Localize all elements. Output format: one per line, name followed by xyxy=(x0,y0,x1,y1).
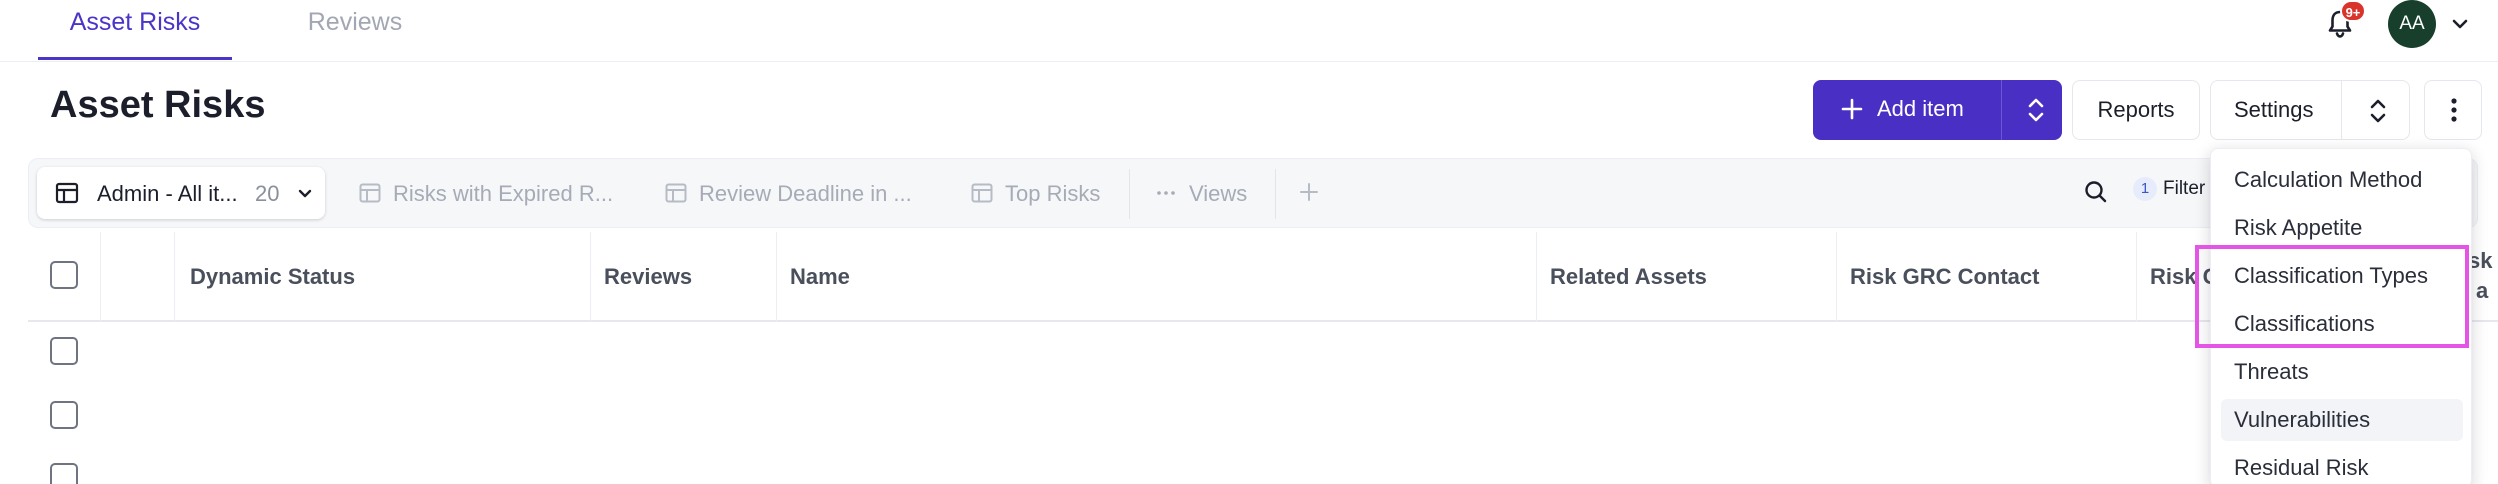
column-divider xyxy=(590,232,591,322)
column-header-risk-grc-contact[interactable]: Risk GRC Contact xyxy=(1850,232,2039,322)
divider xyxy=(1275,169,1276,219)
settings-label: Settings xyxy=(2234,97,2314,122)
view-tab-label: Risks with Expired R... xyxy=(393,181,614,206)
add-view-plus-icon[interactable] xyxy=(1299,181,1319,203)
column-header-reviews[interactable]: Reviews xyxy=(604,232,692,322)
column-header-dynamic-status[interactable]: Dynamic Status xyxy=(190,232,355,322)
more-options-button[interactable] xyxy=(2424,80,2482,140)
row-checkbox[interactable] xyxy=(50,337,78,365)
tab-asset-risks[interactable]: Asset Risks xyxy=(38,0,232,60)
button-divider xyxy=(2001,80,2002,140)
filter-label: Filter xyxy=(2163,178,2206,199)
button-divider xyxy=(2341,81,2342,139)
view-tab-label: Review Deadline in ... xyxy=(699,181,912,206)
filter-count: 1 xyxy=(2133,177,2157,201)
row-checkbox[interactable] xyxy=(50,463,78,484)
menu-item-threats[interactable]: Threats xyxy=(2221,351,2463,393)
search-icon[interactable] xyxy=(2083,179,2109,205)
add-item-label: Add item xyxy=(1877,96,1964,121)
table-header: Dynamic Status Reviews Name Related Asse… xyxy=(28,232,2498,322)
more-vertical-icon xyxy=(2451,98,2457,122)
page-title: Asset Risks xyxy=(50,84,266,126)
table-icon xyxy=(971,183,993,203)
column-header-clipped-line-2: a xyxy=(2476,278,2489,303)
chevron-down-icon[interactable] xyxy=(2448,12,2472,36)
menu-item-vulnerabilities[interactable]: Vulnerabilities xyxy=(2221,399,2463,441)
add-item-button[interactable]: Add item xyxy=(1813,80,2062,140)
annotation-highlight-box xyxy=(2195,245,2469,348)
current-view-count: 20 xyxy=(255,181,280,206)
table-icon xyxy=(665,183,687,203)
top-nav: Asset Risks Reviews 9+ AA xyxy=(0,0,2498,62)
updown-icon[interactable] xyxy=(2367,98,2389,124)
divider xyxy=(1129,169,1130,219)
menu-item-residual-risk[interactable]: Residual Risk xyxy=(2221,447,2463,484)
notification-badge: 9+ xyxy=(2340,0,2366,22)
column-divider xyxy=(100,232,101,322)
select-all-checkbox[interactable] xyxy=(50,261,78,289)
column-divider xyxy=(776,232,777,322)
menu-item-risk-appetite[interactable]: Risk Appetite xyxy=(2221,207,2463,249)
ellipsis-icon xyxy=(1157,191,1175,195)
table-icon xyxy=(359,183,381,203)
column-header-name[interactable]: Name xyxy=(790,232,850,322)
views-bar: Admin - All it... 20 Risks with Expired … xyxy=(28,158,2478,228)
avatar[interactable]: AA xyxy=(2388,0,2436,48)
column-divider xyxy=(1836,232,1837,322)
column-header-related-assets[interactable]: Related Assets xyxy=(1550,232,1707,322)
row-checkbox[interactable] xyxy=(50,401,78,429)
column-divider xyxy=(2136,232,2137,322)
menu-item-calculation-method[interactable]: Calculation Method xyxy=(2221,159,2463,201)
tab-reviews[interactable]: Reviews xyxy=(290,0,420,60)
settings-button[interactable]: Settings xyxy=(2210,80,2410,140)
table-icon xyxy=(55,182,79,204)
filter-button[interactable]: 1 Filter xyxy=(2133,177,2205,201)
current-view-selector[interactable]: Admin - All it... 20 xyxy=(37,167,325,219)
more-views-label: Views xyxy=(1189,181,1248,206)
column-divider xyxy=(174,232,175,322)
reports-button[interactable]: Reports xyxy=(2072,80,2200,140)
updown-icon[interactable] xyxy=(2025,97,2047,123)
chevron-down-icon xyxy=(298,189,312,198)
plus-icon xyxy=(1841,98,1863,120)
current-view-name: Admin - All it... xyxy=(97,181,238,206)
view-tab-label: Top Risks xyxy=(1005,181,1101,206)
column-divider xyxy=(1536,232,1537,322)
